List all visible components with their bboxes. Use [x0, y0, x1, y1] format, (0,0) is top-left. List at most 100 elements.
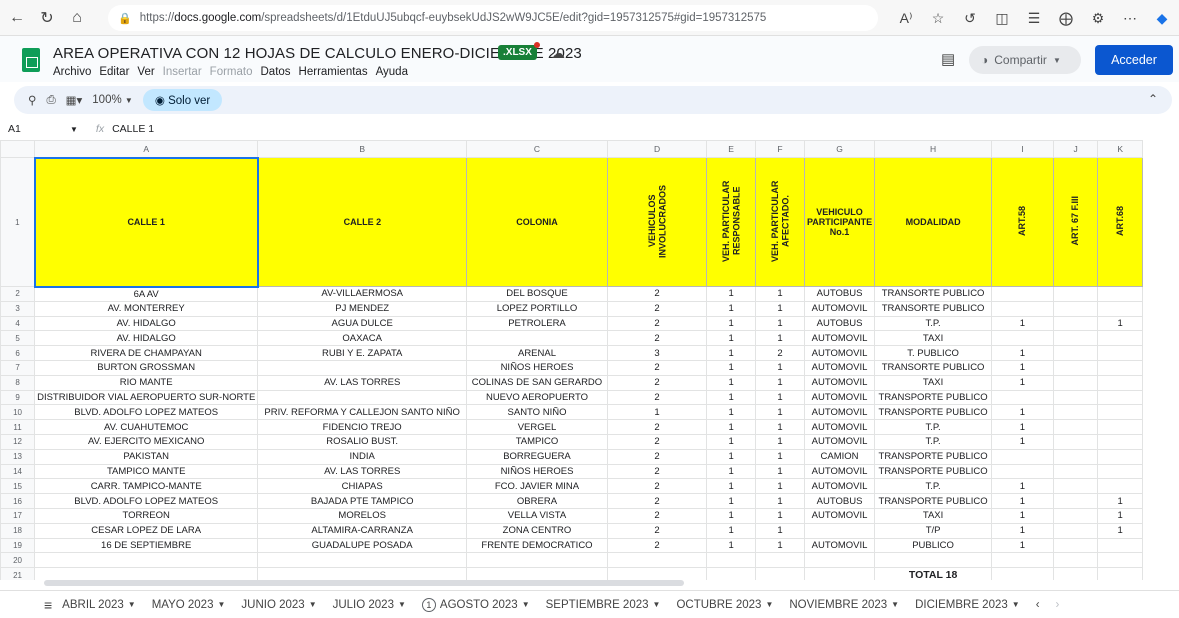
column-header[interactable]: J — [1052, 140, 1099, 158]
cell[interactable]: 1 — [991, 374, 1054, 391]
cell[interactable] — [257, 567, 468, 580]
cell[interactable]: DISTRIBUIDOR VIAL AEROPUERTO SUR-NORTE — [34, 389, 259, 406]
header-cell[interactable]: ART.58 — [991, 157, 1054, 287]
reload-icon[interactable]: ↻ — [34, 5, 60, 31]
header-cell[interactable]: MODALIDAD — [874, 157, 993, 287]
cell[interactable] — [874, 552, 993, 569]
cell[interactable]: CAMION — [803, 448, 876, 465]
cell[interactable] — [706, 552, 757, 569]
row-number[interactable]: 15 — [0, 478, 36, 495]
cell[interactable]: 2 — [606, 359, 708, 376]
cell[interactable]: DEL BOSQUE — [466, 286, 608, 302]
comments-icon[interactable]: ▤ — [941, 50, 955, 68]
cell[interactable]: AV. MONTERREY — [34, 300, 259, 317]
cell[interactable]: 1 — [706, 493, 757, 509]
scroll-tabs-left-icon[interactable]: ‹ — [1036, 599, 1040, 611]
row-number[interactable]: 1 — [0, 157, 36, 287]
cell[interactable]: AV-VILLAERMOSA — [257, 286, 468, 302]
cell[interactable]: 1 — [706, 463, 757, 480]
cell[interactable] — [1052, 493, 1099, 509]
cell[interactable]: 1 — [706, 522, 757, 539]
cell[interactable]: 6A AV — [34, 286, 259, 302]
cell[interactable]: NIÑOS HEROES — [466, 359, 608, 376]
cell[interactable]: TAMPICO — [466, 433, 608, 450]
cell[interactable]: 2 — [606, 389, 708, 406]
cell[interactable]: FIDENCIO TREJO — [257, 419, 468, 435]
horizontal-scrollbar[interactable] — [44, 580, 684, 586]
name-box[interactable]: A1 — [0, 123, 70, 135]
sheet-tab[interactable]: OCTUBRE 2023 ▼ — [676, 599, 773, 611]
cell[interactable]: 1 — [606, 404, 708, 421]
cell[interactable] — [1052, 359, 1099, 376]
cell[interactable]: T. PUBLICO — [874, 345, 993, 361]
cell[interactable] — [1052, 286, 1099, 302]
cell[interactable]: 1 — [755, 419, 805, 435]
chevron-up-icon[interactable]: ⌃ — [1148, 92, 1158, 106]
row-number[interactable]: 2 — [0, 286, 36, 302]
cell[interactable]: BAJADA PTE TAMPICO — [257, 493, 468, 509]
cell[interactable]: 2 — [606, 537, 708, 554]
cell[interactable]: 1 — [706, 286, 757, 302]
extensions-icon[interactable]: ⚙ — [1087, 5, 1109, 31]
back-icon[interactable]: ← — [4, 5, 30, 31]
cell[interactable]: 2 — [606, 448, 708, 465]
cell[interactable]: 2 — [606, 300, 708, 317]
cell[interactable] — [1052, 419, 1099, 435]
cell[interactable]: 1 — [755, 389, 805, 406]
cell[interactable] — [755, 552, 805, 569]
cell[interactable]: OAXACA — [257, 330, 468, 347]
menu-ver[interactable]: Ver — [137, 66, 154, 78]
row-number[interactable]: 3 — [0, 300, 36, 317]
header-cell[interactable]: ART. 67 F.III — [1052, 157, 1099, 287]
cell[interactable] — [991, 567, 1054, 580]
cell[interactable]: 1 — [706, 448, 757, 465]
cell[interactable] — [1097, 404, 1143, 421]
header-cell[interactable]: COLONIA — [466, 157, 608, 287]
cell[interactable]: 1 — [1097, 315, 1143, 332]
cell[interactable] — [1052, 315, 1099, 332]
column-header[interactable]: A — [34, 140, 259, 158]
cell[interactable] — [1052, 448, 1099, 465]
cell[interactable]: 1 — [755, 463, 805, 480]
header-cell[interactable]: VEH. PARTICULAR RESPONSABLE — [706, 157, 757, 287]
cell[interactable] — [991, 463, 1054, 480]
cell[interactable]: T.P. — [874, 433, 993, 450]
print-icon[interactable]: ⎙ — [46, 94, 55, 107]
cell[interactable] — [257, 359, 468, 376]
cell[interactable] — [991, 300, 1054, 317]
cell[interactable]: 1 — [755, 522, 805, 539]
cell[interactable] — [991, 389, 1054, 406]
cell[interactable]: 1 — [706, 507, 757, 524]
cell[interactable] — [991, 552, 1054, 569]
cell[interactable] — [34, 567, 259, 580]
cell[interactable] — [1097, 419, 1143, 435]
cell[interactable]: 1 — [1097, 507, 1143, 524]
cell[interactable]: 1 — [755, 537, 805, 554]
row-number[interactable]: 4 — [0, 315, 36, 332]
column-header[interactable]: H — [874, 140, 993, 158]
row-number[interactable]: 16 — [0, 493, 36, 509]
cell[interactable] — [1097, 374, 1143, 391]
cell[interactable] — [1052, 552, 1099, 569]
header-cell[interactable]: VEH. PARTICULAR AFECTADO. — [755, 157, 805, 287]
cell[interactable]: 1 — [706, 300, 757, 317]
cell[interactable]: BURTON GROSSMAN — [34, 359, 259, 376]
cell[interactable]: 1 — [991, 345, 1054, 361]
split-screen-icon[interactable]: ◫ — [991, 5, 1013, 31]
cell[interactable]: SANTO NIÑO — [466, 404, 608, 421]
row-number[interactable]: 12 — [0, 433, 36, 450]
cell[interactable]: 1 — [706, 374, 757, 391]
menu-herramientas[interactable]: Herramientas — [299, 66, 368, 78]
cell[interactable]: VERGEL — [466, 419, 608, 435]
sheet-tab[interactable]: DICIEMBRE 2023 ▼ — [915, 599, 1020, 611]
cell[interactable]: ARENAL — [466, 345, 608, 361]
sheet-tab[interactable]: NOVIEMBRE 2023 ▼ — [789, 599, 899, 611]
cell[interactable] — [34, 552, 259, 569]
header-cell[interactable]: VEHICULO PARTICIPANTE No.1 — [803, 157, 876, 287]
zoom-select[interactable]: 100% ▼ — [92, 94, 133, 106]
cell[interactable]: 1 — [991, 507, 1054, 524]
address-bar[interactable]: 🔒 https://docs.google.com/spreadsheets/d… — [108, 5, 878, 31]
cell[interactable]: BLVD. ADOLFO LOPEZ MATEOS — [34, 404, 259, 421]
sheets-logo-icon[interactable] — [22, 48, 40, 72]
cell[interactable]: AUTOMOVIL — [803, 330, 876, 347]
